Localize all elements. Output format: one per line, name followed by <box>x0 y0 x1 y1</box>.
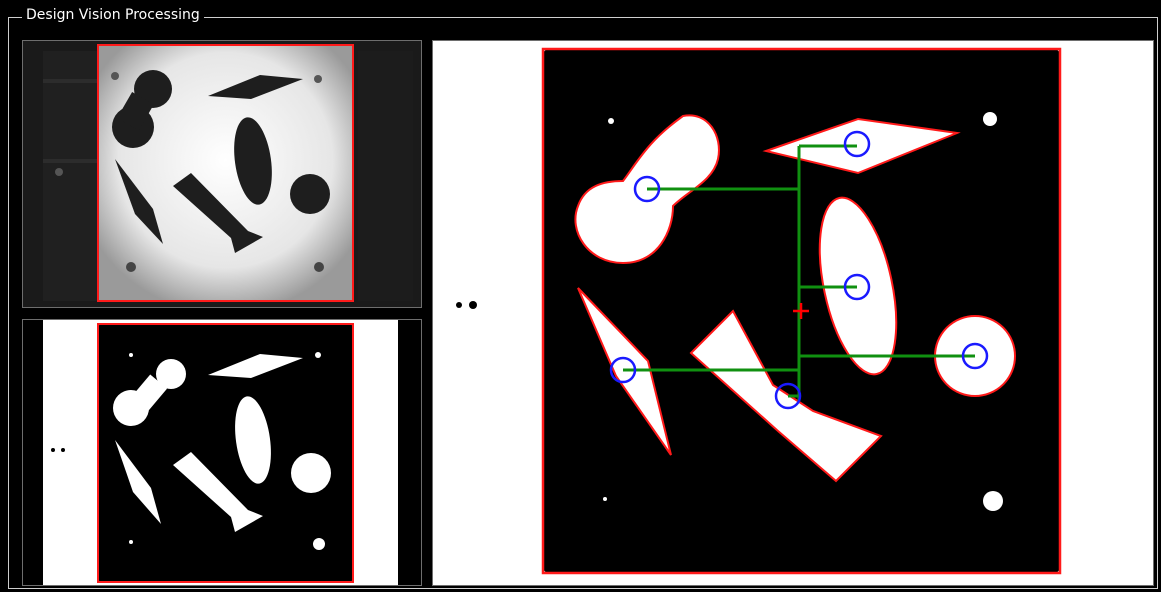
binary-threshold-view[interactable] <box>22 319 422 586</box>
analysis-result-view[interactable] <box>432 40 1154 586</box>
binary-image <box>23 320 421 585</box>
camera-original-view[interactable] <box>22 40 422 308</box>
camera-image <box>23 41 421 307</box>
analysis-image <box>433 41 1153 585</box>
groupbox-title: Design Vision Processing <box>22 6 204 24</box>
